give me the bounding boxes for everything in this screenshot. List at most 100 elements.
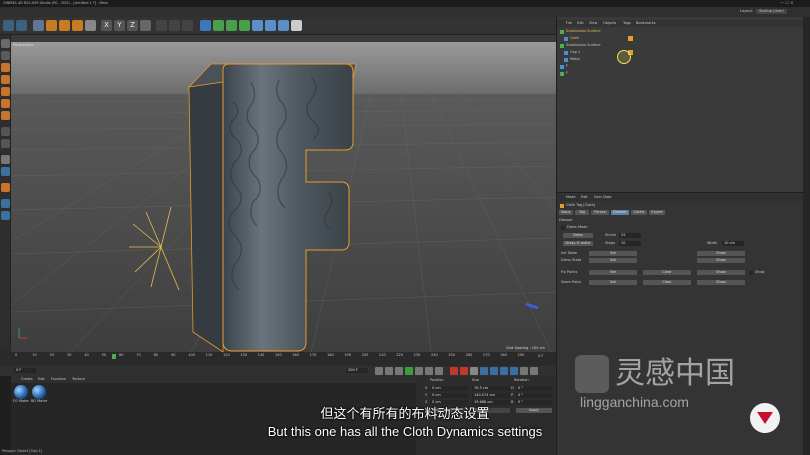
layer-icon[interactable] [1,199,10,208]
subdivision-icon[interactable] [226,20,237,31]
render-picture-viewer-icon[interactable] [169,20,180,31]
seam-polys-show-button[interactable]: Show [697,280,745,285]
rotation-h-field[interactable]: 0 ° [516,386,552,391]
object-row[interactable]: Metal [557,57,804,63]
shrink-field[interactable]: 25 [619,233,641,238]
tab-dresser[interactable]: Dresser [611,210,629,215]
timeline-window-icon[interactable] [530,367,538,375]
init-state-set-button[interactable]: Set [589,251,637,256]
light-icon[interactable] [291,20,302,31]
object-row[interactable]: F [557,71,804,77]
dress-mode-checkbox[interactable] [561,226,565,230]
position-key-icon[interactable] [480,367,488,375]
init-state-show-button[interactable]: Show [697,251,745,256]
tab-basic[interactable]: Basic [559,210,573,215]
goto-start-icon[interactable] [375,367,383,375]
attribute-menu-mode[interactable]: Mode [566,195,576,200]
attribute-menu-edit[interactable]: Edit [581,195,588,200]
z-axis-icon[interactable]: Z [127,20,138,31]
width-field[interactable]: 10 cm [722,241,744,246]
object-menu-view[interactable]: View [589,21,597,26]
polygon-mode-icon[interactable] [1,111,10,120]
scale-key-icon[interactable] [490,367,498,375]
show-checkbox[interactable] [749,271,753,275]
material-menu-function[interactable]: Function [51,377,66,382]
texture-mode-icon[interactable] [1,63,10,72]
material-menu-create[interactable]: Create [21,377,33,382]
playhead[interactable] [112,354,116,359]
fix-points-set-button[interactable]: Set [589,270,637,275]
object-row[interactable]: Cloth [557,36,804,42]
tweak-icon[interactable] [1,139,10,148]
object-menu-edit[interactable]: Edit [577,21,584,26]
cloth-tag-icon[interactable] [628,36,633,41]
undo-icon[interactable] [3,20,14,31]
attribute-menu-user-data[interactable]: User Data [594,195,611,200]
x-axis-icon[interactable]: X [101,20,112,31]
dress-button[interactable]: Dress [563,233,593,238]
material-menu-texture[interactable]: Texture [72,377,85,382]
seam-polys-clear-button[interactable]: Clear [643,280,691,285]
edge-mode-icon[interactable] [1,99,10,108]
parameter-key-icon[interactable] [510,367,518,375]
recent-tool-icon[interactable] [85,20,96,31]
environment-icon[interactable] [265,20,276,31]
tab-forces[interactable]: Forces [591,210,609,215]
autokey-icon[interactable] [460,367,468,375]
make-editable-icon[interactable] [1,39,10,48]
seam-polys-set-button[interactable]: Set [589,280,637,285]
snap-icon[interactable] [1,155,10,164]
scale-icon[interactable] [59,20,70,31]
3d-viewport[interactable]: Perspective Grid Spacing : 100 cm [11,42,556,352]
object-row[interactable]: Cap 1 [557,50,804,56]
select-icon[interactable] [33,20,44,31]
rotation-key-icon[interactable] [500,367,508,375]
y-axis-icon[interactable]: Y [114,20,125,31]
tab-expert[interactable]: Expert [649,210,665,215]
tab-cache[interactable]: Cache [631,210,647,215]
layout-select[interactable]: Startup (User) [756,9,787,14]
record-icon[interactable] [450,367,458,375]
end-frame-field[interactable]: 300 F [346,368,368,373]
position-x-field[interactable]: 0 cm [430,386,468,391]
play-icon[interactable] [405,367,413,375]
axis-mode-icon[interactable] [1,127,10,136]
size-z-field[interactable]: 19.668 cm [472,400,510,405]
object-menu-tags[interactable]: Tags [623,21,631,26]
rotation-b-field[interactable]: 0 ° [516,400,552,405]
position-z-field[interactable]: 0 cm [430,400,468,405]
steps-field[interactable]: 20 [619,241,641,246]
rotation-p-field[interactable]: 0 ° [516,393,552,398]
tab-tag[interactable]: Tag [575,210,589,215]
coord-system-icon[interactable] [140,20,151,31]
timeline-settings-icon[interactable] [520,367,528,375]
sculpt-icon[interactable] [1,167,10,176]
dress-o-matic-button[interactable]: Dress-O-matic [563,241,593,246]
object-menu-bookmarks[interactable]: Bookmarks [636,21,656,26]
object-menu-file[interactable]: File [566,21,572,26]
position-y-field[interactable]: 0 cm [430,393,468,398]
keyframe-selection-icon[interactable] [470,367,478,375]
material-swatch-bg[interactable] [32,385,46,399]
render-settings-icon[interactable] [182,20,193,31]
window-controls[interactable]: — ☐ ✕ [780,0,793,5]
fix-points-show-button[interactable]: Show [697,270,745,275]
move-icon[interactable] [46,20,57,31]
camera-icon[interactable] [278,20,289,31]
material-menu-edit[interactable]: Edit [38,377,45,382]
goto-end-icon[interactable] [435,367,443,375]
array-icon[interactable] [239,20,250,31]
prev-key-icon[interactable] [385,367,393,375]
size-y-field[interactable]: 140.574 cm [472,393,510,398]
dress-state-show-button[interactable]: Show [697,258,745,263]
rotate-icon[interactable] [72,20,83,31]
size-x-field[interactable]: 76.5 cm [472,386,510,391]
fix-points-clear-button[interactable]: Clear [643,270,691,275]
dress-state-set-button[interactable]: Set [589,258,637,263]
paint-icon[interactable] [1,183,10,192]
next-frame-icon[interactable] [415,367,423,375]
timeline[interactable]: 0 10 20 30 40 50 60 70 80 90 100 110 120 130 140 150 160… [11,352,556,366]
object-row[interactable]: Subdivision Surface [557,29,804,35]
model-mode-icon[interactable] [1,51,10,60]
spline-pen-icon[interactable] [213,20,224,31]
